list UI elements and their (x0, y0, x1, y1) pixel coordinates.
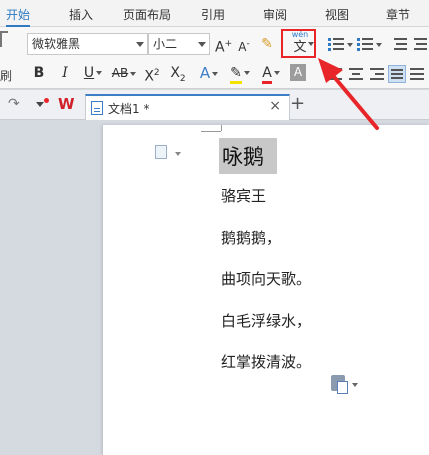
close-tab-icon[interactable]: × (269, 98, 281, 114)
chevron-down-icon (130, 71, 137, 76)
document-icon (91, 101, 103, 115)
document-tab[interactable]: 文档1 * × (85, 94, 290, 120)
strikethrough-button[interactable]: AB (110, 63, 138, 83)
poem-line[interactable]: 骆宾王 (221, 185, 266, 206)
document-tab-bar: ↷ W 文档1 * × + (0, 90, 429, 120)
document-page[interactable]: 咏鹅 骆宾王 鹅鹅鹅， 曲项向天歌。 白毛浮绿水， 红掌拨清波。 (103, 125, 429, 455)
highlight-button[interactable]: ✎ (228, 63, 252, 84)
new-tab-button[interactable]: + (290, 93, 305, 114)
chevron-down-icon[interactable] (36, 102, 44, 107)
superscript-glyph: X (144, 68, 154, 85)
bold-button[interactable]: B (31, 63, 47, 83)
document-tab-title: 文档1 * (108, 102, 150, 116)
text-effect-glyph: A (199, 64, 211, 82)
font-size-value: 小二 (153, 37, 178, 51)
font-name-value: 微软雅黑 (32, 37, 81, 51)
increase-indent-icon[interactable] (411, 38, 427, 52)
bullet-list-icon[interactable] (328, 38, 344, 52)
tab-references[interactable]: 引用 (201, 0, 225, 27)
align-right-icon[interactable] (370, 68, 384, 80)
wps-logo-icon[interactable]: W (58, 95, 75, 113)
char-shading-button[interactable]: A (290, 64, 306, 81)
chevron-down-icon (136, 42, 144, 47)
chevron-down-icon (243, 71, 250, 75)
underline-glyph: U (83, 65, 95, 81)
text-effect-button[interactable]: A (197, 63, 221, 83)
redo-icon[interactable]: ↷ (8, 96, 20, 112)
align-left-icon[interactable] (328, 68, 342, 80)
tab-review[interactable]: 审阅 (263, 0, 287, 27)
italic-button[interactable]: I (57, 63, 73, 83)
poem-line[interactable]: 白毛浮绿水， (221, 310, 311, 331)
chevron-down-icon (212, 71, 219, 76)
decrease-indent-icon[interactable] (391, 38, 407, 52)
shrink-font-button[interactable]: A- (236, 34, 252, 54)
subscript-glyph: X (170, 65, 180, 81)
chevron-down-icon (96, 71, 103, 75)
chevron-down-icon[interactable] (352, 383, 358, 387)
clear-format-button[interactable]: ✎ (259, 34, 275, 54)
notification-dot-icon (44, 98, 49, 103)
tab-home[interactable]: 开始 (6, 0, 31, 27)
paragraph-layout-icon[interactable] (155, 145, 167, 159)
poem-title[interactable]: 咏鹅 (222, 141, 264, 171)
align-center-icon[interactable] (349, 68, 363, 80)
paste-options-icon[interactable] (331, 375, 348, 394)
superscript-button[interactable]: X2 (143, 63, 161, 85)
chevron-down-icon[interactable] (175, 152, 181, 156)
grow-font-glyph: A (215, 39, 225, 56)
format-painter-icon[interactable] (0, 31, 8, 47)
tab-insert[interactable]: 插入 (69, 0, 93, 27)
ribbon-toolbar: 刷 微软雅黑 小二 A+ A- ✎ wén 文 B I U AB X2 X2 A… (0, 27, 429, 89)
format-painter-label[interactable]: 刷 (0, 67, 12, 84)
numbered-list-icon[interactable] (357, 38, 373, 52)
subscript-button[interactable]: X2 (169, 63, 187, 84)
chevron-down-icon (198, 42, 206, 47)
tab-page-layout[interactable]: 页面布局 (123, 0, 171, 27)
font-size-select[interactable]: 小二 (148, 33, 210, 55)
poem-line[interactable]: 曲项向天歌。 (221, 268, 311, 289)
tab-view[interactable]: 视图 (325, 0, 349, 27)
justify-icon[interactable] (388, 65, 406, 83)
underline-button[interactable]: U (82, 63, 104, 83)
ribbon-tabs: 开始 插入 页面布局 引用 审阅 视图 章节 (0, 0, 429, 27)
poem-line[interactable]: 鹅鹅鹅， (221, 227, 281, 248)
margin-marker (221, 125, 222, 131)
margin-marker (201, 131, 221, 132)
distributed-align-icon[interactable] (410, 68, 424, 80)
chevron-down-icon (273, 71, 280, 75)
highlighter-icon: ✎ (230, 65, 242, 84)
font-name-select[interactable]: 微软雅黑 (27, 33, 148, 55)
chevron-down-icon[interactable] (376, 43, 382, 47)
chevron-down-icon[interactable] (347, 43, 353, 47)
font-color-button[interactable]: A (259, 63, 283, 84)
strikethrough-glyph: AB (111, 66, 129, 80)
phonetic-guide-highlight-box (281, 29, 316, 58)
poem-line[interactable]: 红掌拨清波。 (221, 351, 311, 372)
font-color-glyph: A (262, 65, 272, 84)
grow-font-button[interactable]: A+ (215, 34, 232, 56)
tab-chapter[interactable]: 章节 (386, 0, 410, 27)
